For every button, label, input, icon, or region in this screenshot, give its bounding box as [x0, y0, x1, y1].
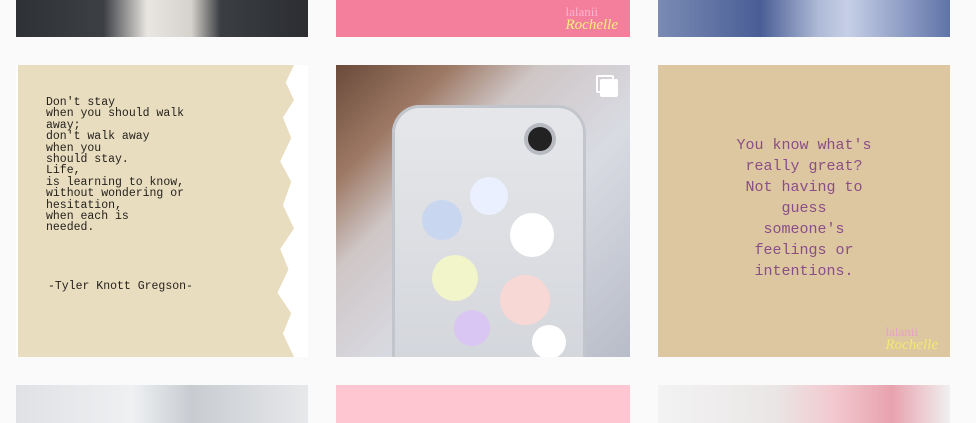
post-tile-phone-case[interactable] [336, 65, 630, 357]
post-tile-room-photo[interactable] [16, 385, 308, 423]
post-tile-pink-graphic[interactable]: lalanii Rochelle [336, 0, 630, 37]
flower-3 [510, 213, 554, 257]
flower-5 [500, 275, 550, 325]
post-tile-pink-graphic-2[interactable] [336, 385, 630, 423]
brand-logo: lalanii Rochelle [566, 5, 618, 33]
phone-case [392, 105, 586, 357]
post-tile-quote[interactable]: You know what's really great? Not having… [658, 65, 950, 357]
flower-1 [422, 200, 462, 240]
poem-author: -Tyler Knott Gregson- [48, 280, 193, 293]
flower-4 [432, 255, 478, 301]
flower-7 [532, 325, 566, 357]
logo-line-2: Rochelle [885, 337, 938, 353]
flower-2 [470, 177, 508, 215]
quote-text: You know what's really great? Not having… [736, 137, 872, 280]
post-tile-blue-photo[interactable] [658, 0, 950, 37]
multiple-images-icon [596, 75, 618, 97]
brand-logo: lalanii Rochelle [886, 325, 938, 353]
logo-line-2: Rochelle [565, 17, 618, 33]
post-tile-feet-photo[interactable] [16, 0, 308, 37]
post-tile-poem[interactable]: Don't stay when you should walk away; do… [16, 65, 308, 357]
flower-6 [454, 310, 490, 346]
post-tile-crystal-photo[interactable] [658, 385, 950, 423]
camera-lens [528, 127, 552, 151]
poem-text: Don't stay when you should walk away; do… [46, 96, 185, 235]
